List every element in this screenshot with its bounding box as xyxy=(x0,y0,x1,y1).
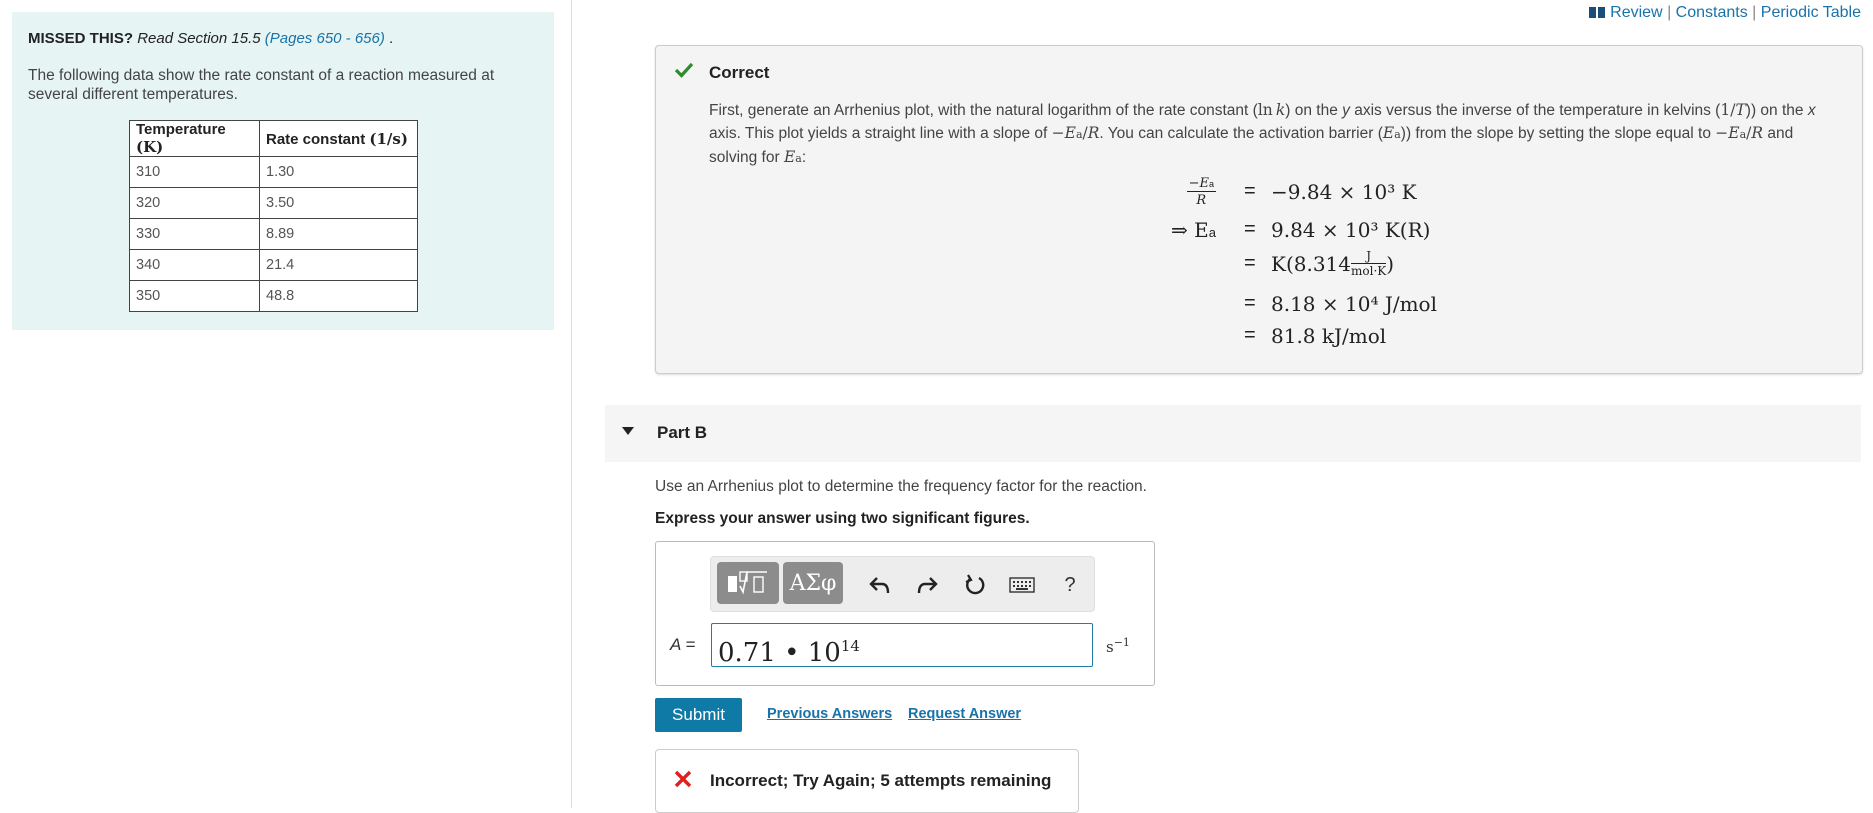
undo-icon[interactable] xyxy=(866,571,894,599)
templates-icon xyxy=(728,571,767,595)
table-cell-rate: 1.30 xyxy=(259,156,418,188)
part-b-title: Part B xyxy=(657,423,708,442)
redo-icon[interactable] xyxy=(913,571,941,599)
close-x-icon xyxy=(674,770,692,793)
table-row: 350 48.8 xyxy=(129,280,418,312)
resource-links: Review | Constants | Periodic Table xyxy=(1589,4,1861,24)
intro-text: The following data show the rate constan… xyxy=(28,67,495,103)
greek-symbols-button[interactable]: ΑΣφ xyxy=(783,562,843,604)
collapse-triangle-icon[interactable] xyxy=(622,427,634,435)
header-temperature: Temperature (K) xyxy=(129,120,260,157)
missed-this-panel: MISSED THIS? Read Section 15.5 (Pages 65… xyxy=(12,12,554,330)
incorrect-feedback-box: Incorrect; Try Again; 5 attempts remaini… xyxy=(655,749,1079,813)
feedback-explanation: First, generate an Arrhenius plot, with … xyxy=(709,101,1816,166)
table-row: 320 3.50 xyxy=(129,187,418,219)
submit-button[interactable]: Submit xyxy=(655,698,742,732)
help-button[interactable]: ? xyxy=(1056,571,1084,599)
equals-sign: = xyxy=(1244,292,1256,314)
templates-button[interactable] xyxy=(717,562,779,604)
equation-rhs: 81.8 kJ/mol xyxy=(1271,324,1387,348)
equals-sign: = xyxy=(1244,218,1256,240)
review-link[interactable]: Review xyxy=(1610,4,1662,21)
part-b-instruction: Express your answer using two significan… xyxy=(655,510,1030,527)
table-cell-temperature: 340 xyxy=(129,249,260,281)
reset-icon[interactable] xyxy=(961,571,989,599)
table-cell-rate: 8.89 xyxy=(259,218,418,250)
table-header-row: Temperature (K) Rate constant (1/s) xyxy=(129,120,418,157)
read-section-text: Read Section 15.5 xyxy=(137,30,261,47)
answer-entry-box: ΑΣφ ? A = 0.71 • 1014 s−1 xyxy=(655,541,1155,686)
table-cell-temperature: 310 xyxy=(129,156,260,188)
part-b-question: Use an Arrhenius plot to determine the f… xyxy=(655,478,1147,495)
link-separator: | xyxy=(1752,4,1757,21)
table-cell-rate: 48.8 xyxy=(259,280,418,312)
missed-this-line: MISSED THIS? Read Section 15.5 (Pages 65… xyxy=(28,30,393,47)
equation-lhs: ⇒ Ea xyxy=(1171,218,1216,242)
equation-lhs: −Ea R xyxy=(1186,176,1216,208)
table-cell-temperature: 320 xyxy=(129,187,260,219)
previous-answers-link[interactable]: Previous Answers xyxy=(767,706,892,722)
missed-this-label: MISSED THIS? xyxy=(28,30,134,47)
table-cell-rate: 21.4 xyxy=(259,249,418,281)
periodic-table-link[interactable]: Periodic Table xyxy=(1761,4,1861,21)
answer-variable-label: A = xyxy=(670,635,696,654)
equals-sign: = xyxy=(1244,324,1256,346)
panel-divider xyxy=(571,0,572,808)
table-row: 340 21.4 xyxy=(129,249,418,281)
keyboard-icon[interactable] xyxy=(1008,571,1036,599)
book-icon xyxy=(1589,6,1606,24)
correct-feedback-box: Correct First, generate an Arrhenius plo… xyxy=(655,45,1863,374)
equals-sign: = xyxy=(1244,180,1256,202)
equation-rhs: 9.84 × 10³ K(R) xyxy=(1271,218,1431,242)
rate-data-table: Temperature (K) Rate constant (1/s) 310 … xyxy=(129,120,418,312)
answer-input[interactable]: 0.71 • 1014 xyxy=(711,623,1093,668)
equation-rhs: −9.84 × 10³ K xyxy=(1271,180,1417,204)
constants-link[interactable]: Constants xyxy=(1676,4,1748,21)
request-answer-link[interactable]: Request Answer xyxy=(908,706,1021,722)
link-separator: | xyxy=(1667,4,1672,21)
feedback-title: Correct xyxy=(709,63,770,82)
checkmark-icon xyxy=(674,62,694,83)
answer-unit: s−1 xyxy=(1106,636,1130,656)
math-toolbar: ΑΣφ ? xyxy=(710,556,1095,612)
table-cell-temperature: 350 xyxy=(129,280,260,312)
pages-link[interactable]: (Pages 650 - 656) xyxy=(265,30,385,47)
equals-sign: = xyxy=(1244,252,1256,274)
missed-trailing-dot: . xyxy=(389,30,394,47)
equation-rhs: 8.18 × 10⁴ J/mol xyxy=(1271,292,1437,316)
table-cell-rate: 3.50 xyxy=(259,187,418,219)
table-cell-temperature: 330 xyxy=(129,218,260,250)
header-rate-constant: Rate constant (1/s) xyxy=(259,120,418,157)
table-row: 330 8.89 xyxy=(129,218,418,250)
part-b-header[interactable]: Part B xyxy=(605,405,1861,462)
equation-rhs: K(8.314 Jmol·K) xyxy=(1271,248,1395,278)
incorrect-message: Incorrect; Try Again; 5 attempts remaini… xyxy=(710,771,1052,790)
table-row: 310 1.30 xyxy=(129,156,418,188)
